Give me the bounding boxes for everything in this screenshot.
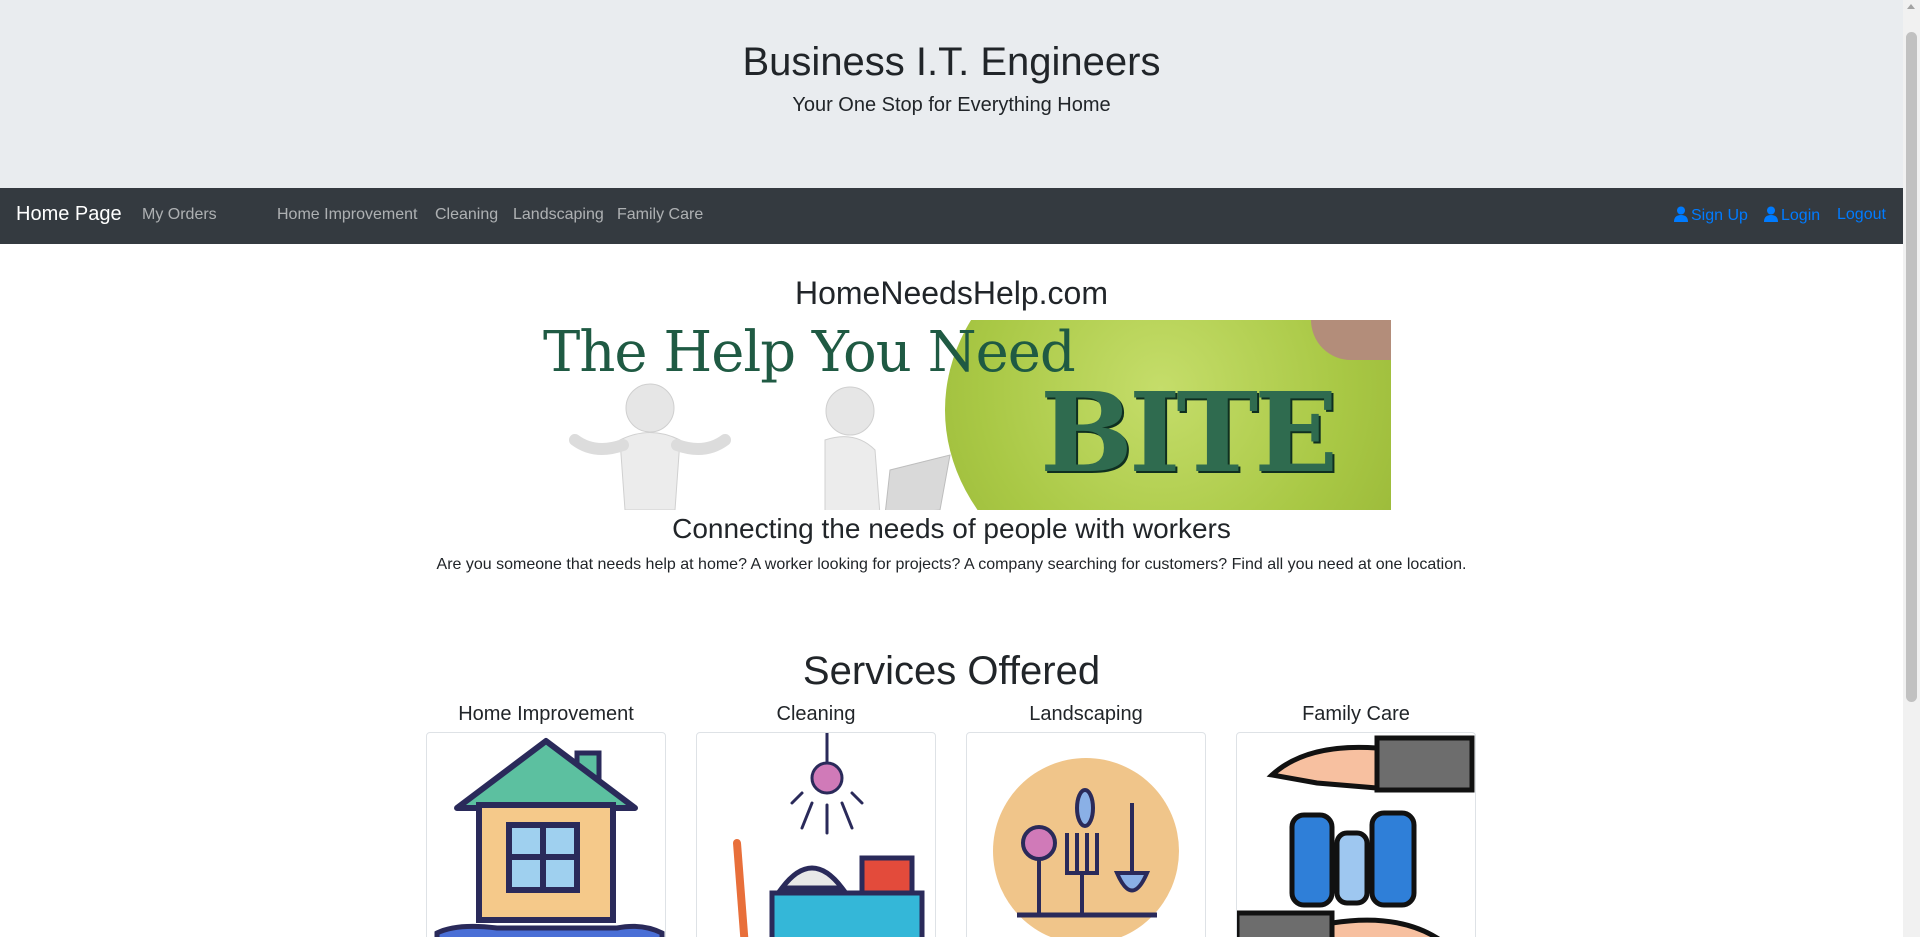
nav-link-cleaning[interactable]: Cleaning xyxy=(435,206,498,224)
company-subtitle: Your One Stop for Everything Home xyxy=(792,94,1111,116)
3d-person-shrug-icon xyxy=(569,383,731,510)
service-card-family-care: Family Care xyxy=(1236,702,1476,937)
nav-login-link[interactable]: Login xyxy=(1764,206,1820,225)
service-image-link[interactable] xyxy=(966,732,1206,937)
3d-person-laptop-icon xyxy=(824,386,951,510)
site-title: HomeNeedsHelp.com xyxy=(794,275,1108,311)
service-card-home-improvement: Home Improvement xyxy=(426,702,666,937)
family-care-icon xyxy=(1237,735,1475,937)
service-title: Landscaping xyxy=(1029,703,1143,725)
nav-link-landscaping[interactable]: Landscaping xyxy=(513,206,604,224)
jumbotron-header: Business I.T. Engineers Your One Stop fo… xyxy=(0,0,1903,188)
user-icon xyxy=(1674,206,1688,222)
house-icon xyxy=(434,738,665,937)
user-icon xyxy=(1764,206,1778,222)
nav-link-family-care[interactable]: Family Care xyxy=(617,206,703,224)
service-title: Cleaning xyxy=(776,703,856,725)
banner-headline: The Help You Need xyxy=(543,320,1076,385)
nav-sign-up-link[interactable]: Sign Up xyxy=(1674,206,1748,225)
service-card-landscaping: Landscaping xyxy=(966,702,1206,937)
nav-brand-home-page[interactable]: Home Page xyxy=(16,203,122,226)
banner-bite-logo: BITE xyxy=(1040,368,1338,497)
service-image-link[interactable] xyxy=(696,732,936,937)
tagline-heading: Connecting the needs of people with work… xyxy=(672,513,1231,544)
scroll-up-arrow-icon[interactable] xyxy=(1907,4,1915,9)
login-label: Login xyxy=(1781,207,1821,224)
nav-logout-link[interactable]: Logout xyxy=(1837,206,1886,224)
company-title: Business I.T. Engineers xyxy=(742,40,1161,84)
vertical-scrollbar[interactable] xyxy=(1903,0,1920,937)
gardening-tools-icon xyxy=(993,758,1179,937)
navbar: Home Page My Orders Home Improvement Cle… xyxy=(0,188,1903,244)
service-image-link[interactable] xyxy=(426,732,666,937)
service-card-cleaning: Cleaning xyxy=(696,702,936,937)
scrollbar-thumb[interactable] xyxy=(1906,32,1917,702)
intro-description: Are you someone that needs help at home?… xyxy=(436,556,1467,573)
services-heading: Services Offered xyxy=(802,649,1101,693)
service-title: Home Improvement xyxy=(458,703,634,725)
cleaning-icon xyxy=(733,733,925,937)
page: Business I.T. Engineers Your One Stop fo… xyxy=(0,0,1903,937)
service-image-link[interactable] xyxy=(1236,732,1476,937)
hero-banner-image: The Help You Need BITE xyxy=(535,320,1391,510)
service-title: Family Care xyxy=(1302,703,1410,725)
nav-link-home-improvement[interactable]: Home Improvement xyxy=(277,206,418,224)
sign-up-label: Sign Up xyxy=(1691,207,1748,224)
nav-link-my-orders[interactable]: My Orders xyxy=(142,206,217,224)
